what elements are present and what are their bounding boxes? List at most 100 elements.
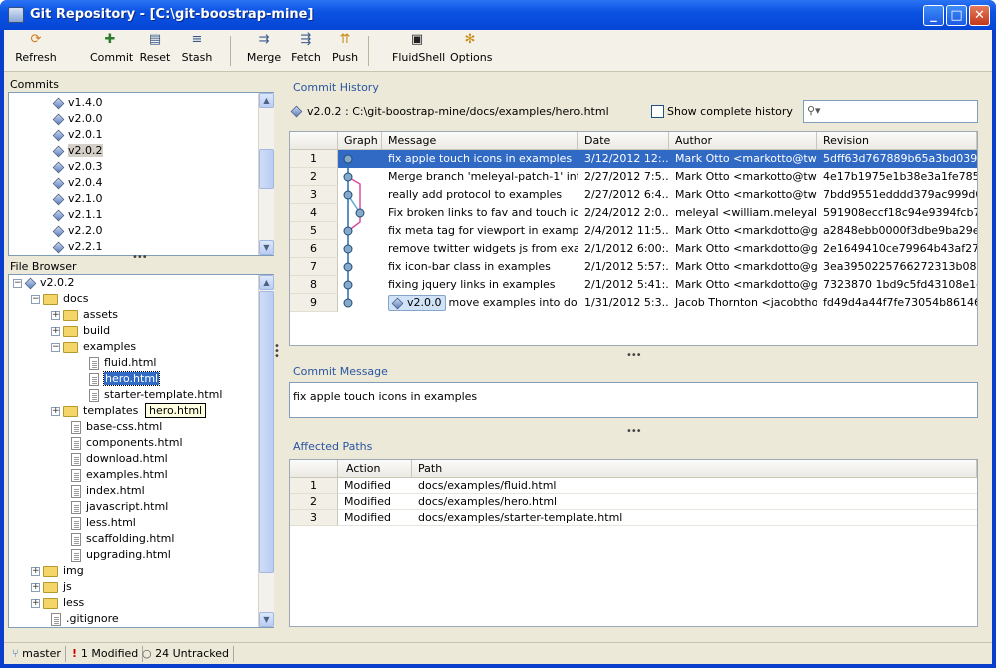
tree-file[interactable]: less.html xyxy=(71,515,136,531)
action-column-header[interactable]: Action xyxy=(338,460,412,478)
commit-tag-item[interactable]: v2.1.0 xyxy=(52,191,103,207)
tree-file[interactable]: javascript.html xyxy=(71,499,168,515)
commit-tag-item[interactable]: v2.0.1 xyxy=(52,127,103,143)
commit-button[interactable]: ✚ Commit xyxy=(90,32,133,64)
commits-scrollbar[interactable]: ▲ ▼ xyxy=(258,93,274,255)
tree-folder-build[interactable]: + build xyxy=(51,323,110,339)
splitter-handle[interactable]: ••• xyxy=(132,252,148,263)
splitter-handle[interactable]: ••• xyxy=(626,350,642,361)
expand-icon[interactable]: + xyxy=(31,566,40,576)
history-row[interactable]: 9 v2.0.0move examples into doc... 1/31/201… xyxy=(290,294,977,312)
author-column-header[interactable]: Author xyxy=(669,132,817,150)
collapse-icon[interactable]: − xyxy=(13,278,22,288)
push-button[interactable]: ⇈ Push xyxy=(330,32,360,64)
commit-node xyxy=(343,262,353,272)
expand-icon[interactable]: + xyxy=(51,326,60,336)
affected-row[interactable]: 2 Modified docs/examples/hero.html xyxy=(290,494,977,510)
scroll-thumb[interactable] xyxy=(259,149,274,189)
graph-column-header[interactable]: Graph xyxy=(338,132,382,150)
tag-icon xyxy=(52,193,65,205)
tree-file[interactable]: download.html xyxy=(71,451,168,467)
tree-file[interactable]: examples.html xyxy=(71,467,168,483)
commit-tag-item[interactable]: v2.0.0 xyxy=(52,111,103,127)
reset-button[interactable]: ▤ Reset xyxy=(138,32,172,64)
commits-tree[interactable]: v1.4.0 v2.0.0 v2.0.1 v2.0.2 v2.0.3 v2.0.4 v2.1… xyxy=(8,92,274,256)
revision-cell: 7bdd9551edddd379ac999d0... xyxy=(823,188,977,201)
commit-tag-item[interactable]: v2.2.1 xyxy=(52,239,103,255)
date-cell: 1/31/2012 5:3... xyxy=(584,296,669,309)
history-row[interactable]: 7 fix icon-bar class in examples 2/1/2012 … xyxy=(290,258,977,276)
expand-icon[interactable]: + xyxy=(51,310,60,320)
commit-tag-item[interactable]: v2.1.1 xyxy=(52,207,103,223)
refresh-button[interactable]: ⟳ Refresh xyxy=(14,32,58,64)
tree-folder-less[interactable]: + less xyxy=(31,595,84,611)
commit-tag-item[interactable]: v2.0.4 xyxy=(52,175,103,191)
history-row[interactable]: 2 Merge branch 'meleyal-patch-1' into ...… xyxy=(290,168,977,186)
revision-column-header[interactable]: Revision xyxy=(817,132,977,150)
history-grid[interactable]: Graph Message Date Author Revision 1 fix … xyxy=(289,131,978,346)
splitter-handle[interactable]: ••• xyxy=(626,426,642,437)
expand-icon[interactable]: + xyxy=(31,582,40,592)
expand-icon[interactable]: + xyxy=(31,598,40,608)
collapse-icon[interactable]: − xyxy=(31,294,40,304)
commit-tag-item[interactable]: v2.0.3 xyxy=(52,159,103,175)
tree-file-fluid[interactable]: fluid.html xyxy=(89,355,157,371)
fetch-button[interactable]: ⇶ Fetch xyxy=(289,32,323,64)
fluidshell-button[interactable]: ▣ FluidShell xyxy=(392,32,445,64)
scroll-down-button[interactable]: ▼ xyxy=(259,612,274,627)
status-modified[interactable]: ! 1 Modified xyxy=(68,646,144,662)
commit-tag-item[interactable]: v2.2.0 xyxy=(52,223,103,239)
status-untracked[interactable]: ○ 24 Untracked xyxy=(138,646,234,662)
scroll-up-button[interactable]: ▲ xyxy=(259,275,274,290)
file-browser-tree[interactable]: − v2.0.2 − docs + assets + build − examples f… xyxy=(8,274,274,628)
affected-row[interactable]: 3 Modified docs/examples/starter-template.… xyxy=(290,510,977,526)
history-row[interactable]: 6 remove twitter widgets js from exam... 2… xyxy=(290,240,977,258)
search-input[interactable]: ⚲▾ xyxy=(803,100,978,123)
minimize-button[interactable]: _ xyxy=(923,5,944,26)
commit-tag-item[interactable]: v1.4.0 xyxy=(52,95,103,111)
tree-file[interactable]: index.html xyxy=(71,483,145,499)
vertical-splitter-handle[interactable]: • • • xyxy=(274,342,280,362)
message-column-header[interactable]: Message xyxy=(382,132,578,150)
row-number: 2 xyxy=(290,168,338,186)
tree-file-hero[interactable]: hero.html xyxy=(89,371,161,387)
tree-folder-assets[interactable]: + assets xyxy=(51,307,118,323)
tree-folder-templates[interactable]: + templates xyxy=(51,403,138,419)
merge-button[interactable]: ⇉ Merge xyxy=(246,32,282,64)
history-row[interactable]: 1 fix apple touch icons in examples 3/12/2… xyxy=(290,150,977,168)
options-button[interactable]: ✻ Options xyxy=(450,32,492,64)
tree-folder-examples[interactable]: − examples xyxy=(51,339,136,355)
history-row[interactable]: 4 Fix broken links to fav and touch icon.… xyxy=(290,204,977,222)
collapse-icon[interactable]: − xyxy=(51,342,60,352)
affected-paths-grid[interactable]: Action Path 1 Modified docs/examples/fluid… xyxy=(289,459,978,627)
file-browser-scrollbar[interactable]: ▲ ▼ xyxy=(258,275,274,627)
tree-file-starter-template[interactable]: starter-template.html xyxy=(89,387,222,403)
tree-folder-img[interactable]: + img xyxy=(31,563,84,579)
commit-tag-item[interactable]: v2.0.2 xyxy=(52,143,103,159)
row-number: 3 xyxy=(290,186,338,204)
maximize-button[interactable]: □ xyxy=(946,5,967,26)
tree-file-gitignore[interactable]: .gitignore xyxy=(51,611,119,627)
tree-file[interactable]: base-css.html xyxy=(71,419,162,435)
tree-file[interactable]: components.html xyxy=(71,435,183,451)
history-row[interactable]: 5 fix meta tag for viewport in example...… xyxy=(290,222,977,240)
tree-root[interactable]: − v2.0.2 xyxy=(13,275,75,291)
show-complete-history-checkbox[interactable] xyxy=(651,105,664,118)
expand-icon[interactable]: + xyxy=(51,406,60,416)
tree-file[interactable]: upgrading.html xyxy=(71,547,171,563)
scroll-down-button[interactable]: ▼ xyxy=(259,240,274,255)
date-column-header[interactable]: Date xyxy=(578,132,669,150)
close-button[interactable]: ✕ xyxy=(969,5,990,26)
tree-folder-docs[interactable]: − docs xyxy=(31,291,89,307)
scroll-up-button[interactable]: ▲ xyxy=(259,93,274,108)
tree-folder-js[interactable]: + js xyxy=(31,579,72,595)
stash-button[interactable]: ≡ Stash xyxy=(180,32,214,64)
path-column-header[interactable]: Path xyxy=(412,460,977,478)
history-row[interactable]: 8 fixing jquery links in examples 2/1/2012… xyxy=(290,276,977,294)
scroll-thumb[interactable] xyxy=(259,291,274,573)
commit-message-box[interactable]: fix apple touch icons in examples xyxy=(289,382,978,418)
affected-row[interactable]: 1 Modified docs/examples/fluid.html xyxy=(290,478,977,494)
status-branch[interactable]: ⑂ master xyxy=(8,646,66,662)
tree-file[interactable]: scaffolding.html xyxy=(71,531,174,547)
history-row[interactable]: 3 really add protocol to examples 2/27/201… xyxy=(290,186,977,204)
